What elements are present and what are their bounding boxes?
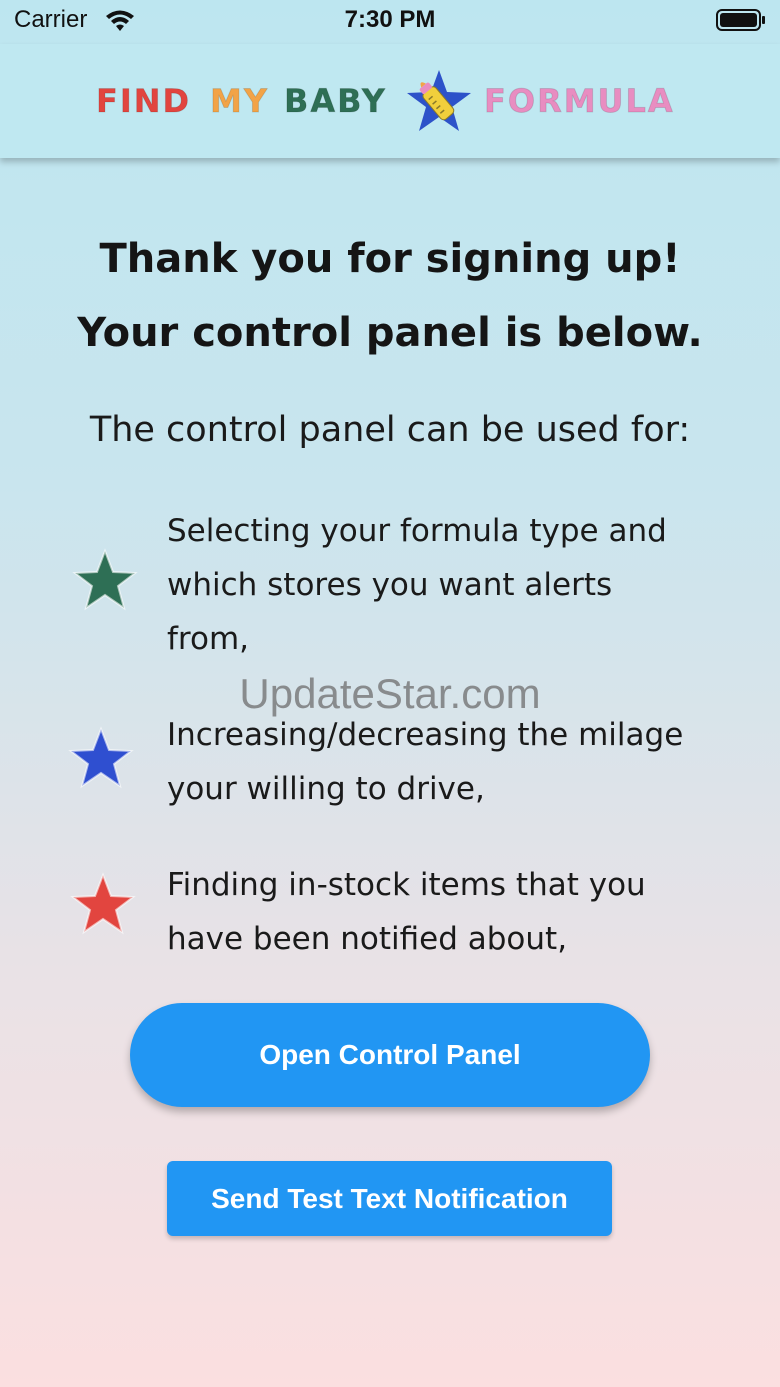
feature-line: have been notified about, (167, 921, 568, 957)
heading-control-panel: Your control panel is below. (77, 310, 703, 356)
feature-line: your willing to drive, (167, 771, 485, 807)
blue-star-icon (68, 726, 134, 789)
feature-mileage: Increasing/decreasing the milage your wi… (167, 708, 737, 816)
feature-formula-type: Selecting your formula type and which st… (167, 504, 737, 666)
logo-word-formula: FORMULA (484, 82, 675, 121)
feature-line: Finding in-stock items that you (167, 867, 646, 903)
open-control-panel-button[interactable]: Open Control Panel (130, 1003, 650, 1107)
star-baby-bottle-icon (407, 70, 471, 131)
logo-word-baby: BABY (284, 82, 387, 121)
logo-word-my: MY (209, 82, 270, 121)
intro-text: The control panel can be used for: (89, 410, 691, 450)
clock-time: 7:30 PM (344, 6, 436, 33)
app-logo: FIND MY BABY FORMULA (95, 66, 686, 138)
battery-full-icon (716, 9, 765, 31)
feature-line: which stores you want alerts (167, 567, 613, 603)
feature-line: from, (167, 621, 249, 657)
status-bar: Carrier 7:30 PM (0, 0, 780, 44)
feature-line: Increasing/decreasing the milage (167, 717, 684, 753)
app-header: FIND MY BABY FORMULA (0, 44, 780, 158)
feature-in-stock: Finding in-stock items that you have bee… (167, 858, 737, 966)
heading-thank-you: Thank you for signing up! (99, 236, 681, 282)
logo-word-find: FIND (95, 82, 192, 121)
send-test-notification-button[interactable]: Send Test Text Notification (167, 1161, 612, 1236)
red-star-icon (70, 872, 136, 935)
green-star-icon (72, 548, 138, 611)
feature-line: Selecting your formula type and (167, 513, 667, 549)
